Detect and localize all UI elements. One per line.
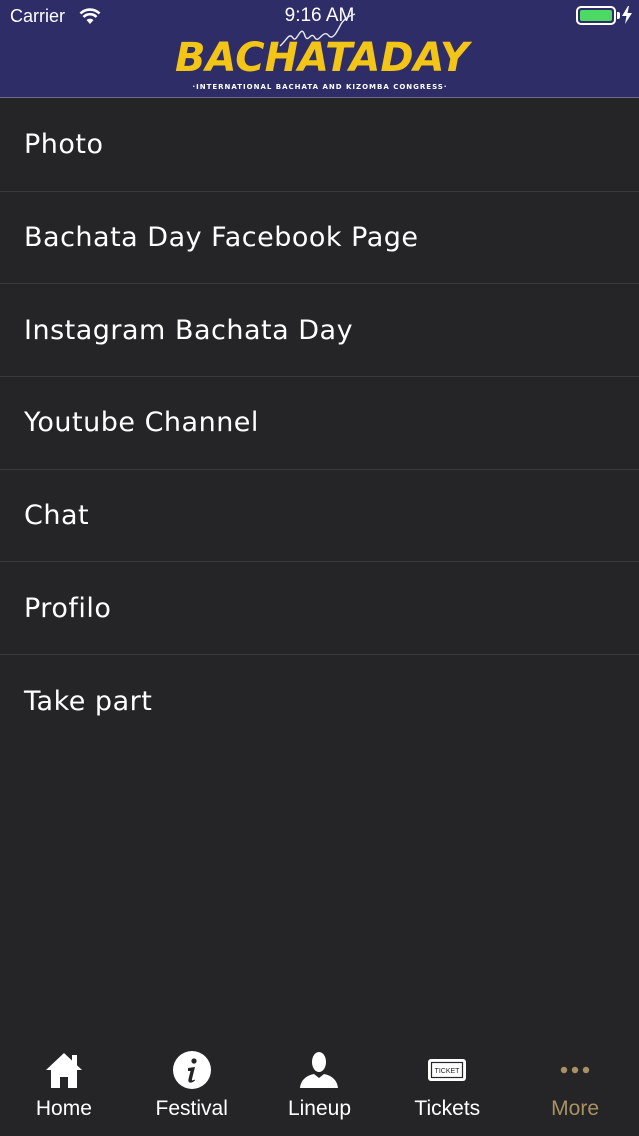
tab-lineup-label: Lineup: [287, 1097, 352, 1120]
more-icon: [511, 1050, 639, 1090]
logo-wordmark: BACHATADAY: [175, 35, 469, 81]
tab-more-label: More: [551, 1097, 600, 1120]
menu-item-take-part[interactable]: Take part: [0, 655, 639, 748]
tab-lineup[interactable]: Lineup: [256, 1040, 384, 1136]
tab-home[interactable]: Home: [0, 1040, 128, 1136]
logo-subtitle: ·INTERNATIONAL BACHATA AND KIZOMBA CONGR…: [192, 83, 448, 91]
person-icon: [256, 1050, 384, 1090]
menu-item-chat[interactable]: Chat: [0, 470, 639, 563]
tab-more[interactable]: More: [511, 1040, 639, 1136]
ticket-icon-text: TICKET: [435, 1068, 461, 1075]
tab-tickets[interactable]: TICKET Tickets: [383, 1040, 511, 1136]
menu-item-facebook-page[interactable]: Bachata Day Facebook Page: [0, 192, 639, 285]
home-icon: [0, 1050, 128, 1090]
menu-item-instagram[interactable]: Instagram Bachata Day: [0, 284, 639, 378]
battery-icon: [576, 6, 616, 25]
tab-festival-label: Festival: [155, 1097, 228, 1120]
menu-item-youtube-channel[interactable]: Youtube Channel: [0, 377, 639, 470]
charging-icon: [622, 6, 632, 28]
tab-home-label: Home: [35, 1097, 92, 1120]
more-menu-list: Photo Bachata Day Facebook Page Instagra…: [0, 99, 639, 748]
tab-festival[interactable]: Festival: [128, 1040, 256, 1136]
app-header: Carrier 9:16 AM BACHATADAY ·INTERNATIONA…: [0, 0, 639, 98]
menu-item-photo[interactable]: Photo: [0, 99, 639, 192]
tab-tickets-label: Tickets: [414, 1097, 481, 1120]
battery-tip: [617, 12, 620, 19]
menu-item-profilo[interactable]: Profilo: [0, 562, 639, 656]
bachataday-logo: BACHATADAY ·INTERNATIONAL BACHATA AND KI…: [175, 13, 469, 98]
ticket-icon: TICKET: [383, 1050, 511, 1090]
tab-bar: Home Festival Lineup TICKET Tickets More: [0, 1040, 639, 1136]
info-icon: [128, 1050, 256, 1090]
